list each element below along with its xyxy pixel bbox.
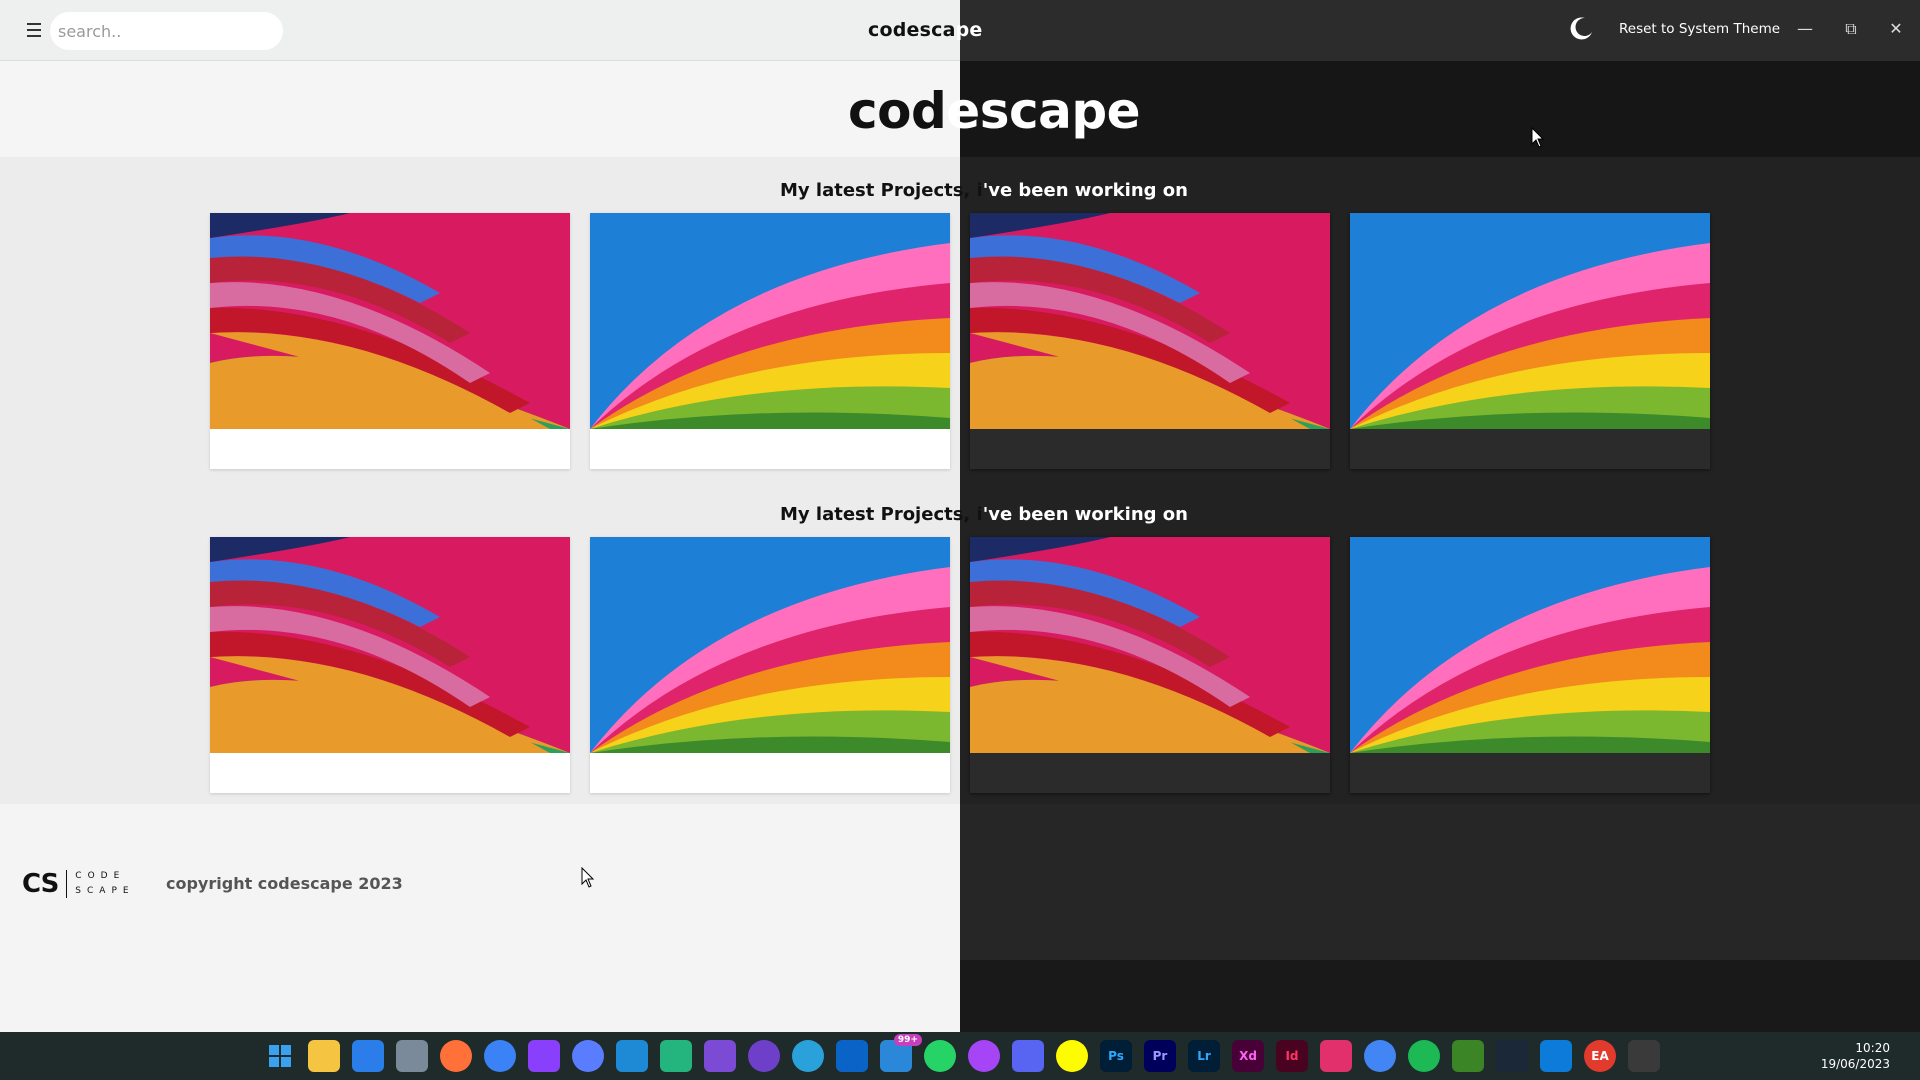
mouse-cursor-icon [1531, 127, 1545, 148]
copyright-text: copyright codescape 2023 [166, 874, 403, 893]
project-thumbnail-b [590, 213, 950, 429]
minecraft-icon[interactable] [1452, 1040, 1484, 1072]
section-heading-light: My latest Projects, i [780, 180, 983, 201]
hero-title-dark: escape [946, 82, 1141, 140]
search-input[interactable] [50, 12, 283, 50]
indesign-icon[interactable]: Id [1276, 1040, 1308, 1072]
mouse-cursor-icon [581, 867, 595, 888]
lightroom-icon[interactable]: Lr [1188, 1040, 1220, 1072]
project-thumbnail-b [1350, 537, 1710, 753]
logo-word-2: SCAPE [75, 886, 135, 896]
logo-words: CODE SCAPE [75, 869, 134, 899]
reset-theme-button[interactable]: Reset to System Theme [1619, 21, 1780, 37]
chrome-icon[interactable] [1364, 1040, 1396, 1072]
project-thumbnail-a [210, 537, 570, 753]
file-explorer-icon[interactable] [308, 1040, 340, 1072]
premiere-icon[interactable]: Pr [1144, 1040, 1176, 1072]
xd-icon[interactable]: Xd [1232, 1040, 1264, 1072]
hamburger-menu-icon[interactable] [22, 17, 46, 43]
project-card[interactable] [970, 537, 1330, 793]
settings-icon[interactable] [396, 1040, 428, 1072]
section-heading-dark: 've been working on [982, 504, 1188, 525]
project-thumbnail-a [970, 213, 1330, 429]
project-card[interactable] [1350, 213, 1710, 469]
project-thumbnail-b [1350, 213, 1710, 429]
house-app-icon[interactable] [704, 1040, 736, 1072]
hero-title: codescape [848, 86, 1141, 136]
logo-divider [66, 870, 68, 898]
clock-date: 19/06/2023 [1820, 1057, 1890, 1071]
firefox-developer-icon[interactable] [484, 1040, 516, 1072]
steam-icon[interactable] [1496, 1040, 1528, 1072]
footer-dark-band [960, 960, 1920, 1032]
mail-icon[interactable]: 99+ [880, 1034, 922, 1072]
section-heading: My latest Projects, i've been working on [780, 180, 1188, 201]
firefox-icon[interactable] [440, 1040, 472, 1072]
logo-mark: CS [22, 869, 59, 899]
whatsapp-icon[interactable] [924, 1040, 956, 1072]
terminal-icon[interactable] [1628, 1040, 1660, 1072]
section-heading-light: My latest Projects, i [780, 504, 983, 525]
bing-icon[interactable] [1540, 1040, 1572, 1072]
spotify-icon[interactable] [1408, 1040, 1440, 1072]
section-heading-dark: 've been working on [982, 180, 1188, 201]
photoshop-icon[interactable]: Ps [1100, 1040, 1132, 1072]
outlook-icon[interactable] [836, 1040, 868, 1072]
ea-icon[interactable]: EA [1584, 1040, 1616, 1072]
mail-badge: 99+ [893, 1034, 922, 1046]
telegram-icon[interactable] [792, 1040, 824, 1072]
discord-icon[interactable] [1012, 1040, 1044, 1072]
taskbar-clock[interactable]: 10:20 19/06/2023 [1821, 1040, 1890, 1072]
messenger-icon[interactable] [968, 1040, 1000, 1072]
hero-light [0, 61, 960, 157]
firefox-nightly-icon[interactable] [572, 1040, 604, 1072]
instagram-icon[interactable] [1320, 1040, 1352, 1072]
project-thumbnail-a [210, 213, 570, 429]
snapchat-icon[interactable] [1056, 1040, 1088, 1072]
windows-start-icon[interactable] [264, 1040, 296, 1072]
vscode-insiders-icon[interactable] [660, 1040, 692, 1072]
minimize-icon[interactable]: — [1793, 17, 1817, 41]
project-card[interactable] [590, 213, 950, 469]
footer-light [0, 804, 960, 1032]
clock-time: 10:20 [1855, 1041, 1890, 1055]
app-title-dark: pe [955, 19, 983, 41]
vscode-icon[interactable] [616, 1040, 648, 1072]
section-heading: My latest Projects, i've been working on [780, 504, 1188, 525]
footer-logo: CS CODE SCAPE [22, 869, 135, 899]
logo-word-1: CODE [75, 871, 126, 881]
project-card[interactable] [590, 537, 950, 793]
github-icon[interactable] [748, 1040, 780, 1072]
close-icon[interactable]: ✕ [1884, 17, 1908, 41]
hero-title-light: cod [848, 82, 947, 140]
project-card[interactable] [1350, 537, 1710, 793]
app-title: codescape [868, 19, 983, 41]
project-thumbnail-b [590, 537, 950, 753]
taskbar-icons: 99+ Ps Pr Lr Xd Id EA [264, 1034, 1660, 1072]
project-card[interactable] [210, 537, 570, 793]
restore-icon[interactable]: ⧉ [1839, 17, 1863, 41]
app-title-light: codesca [868, 19, 956, 41]
project-card[interactable] [970, 213, 1330, 469]
project-card[interactable] [210, 213, 570, 469]
moon-icon[interactable] [1568, 15, 1594, 41]
mask-app-icon[interactable] [528, 1040, 560, 1072]
project-thumbnail-a [970, 537, 1330, 753]
microsoft-store-icon[interactable] [352, 1040, 384, 1072]
